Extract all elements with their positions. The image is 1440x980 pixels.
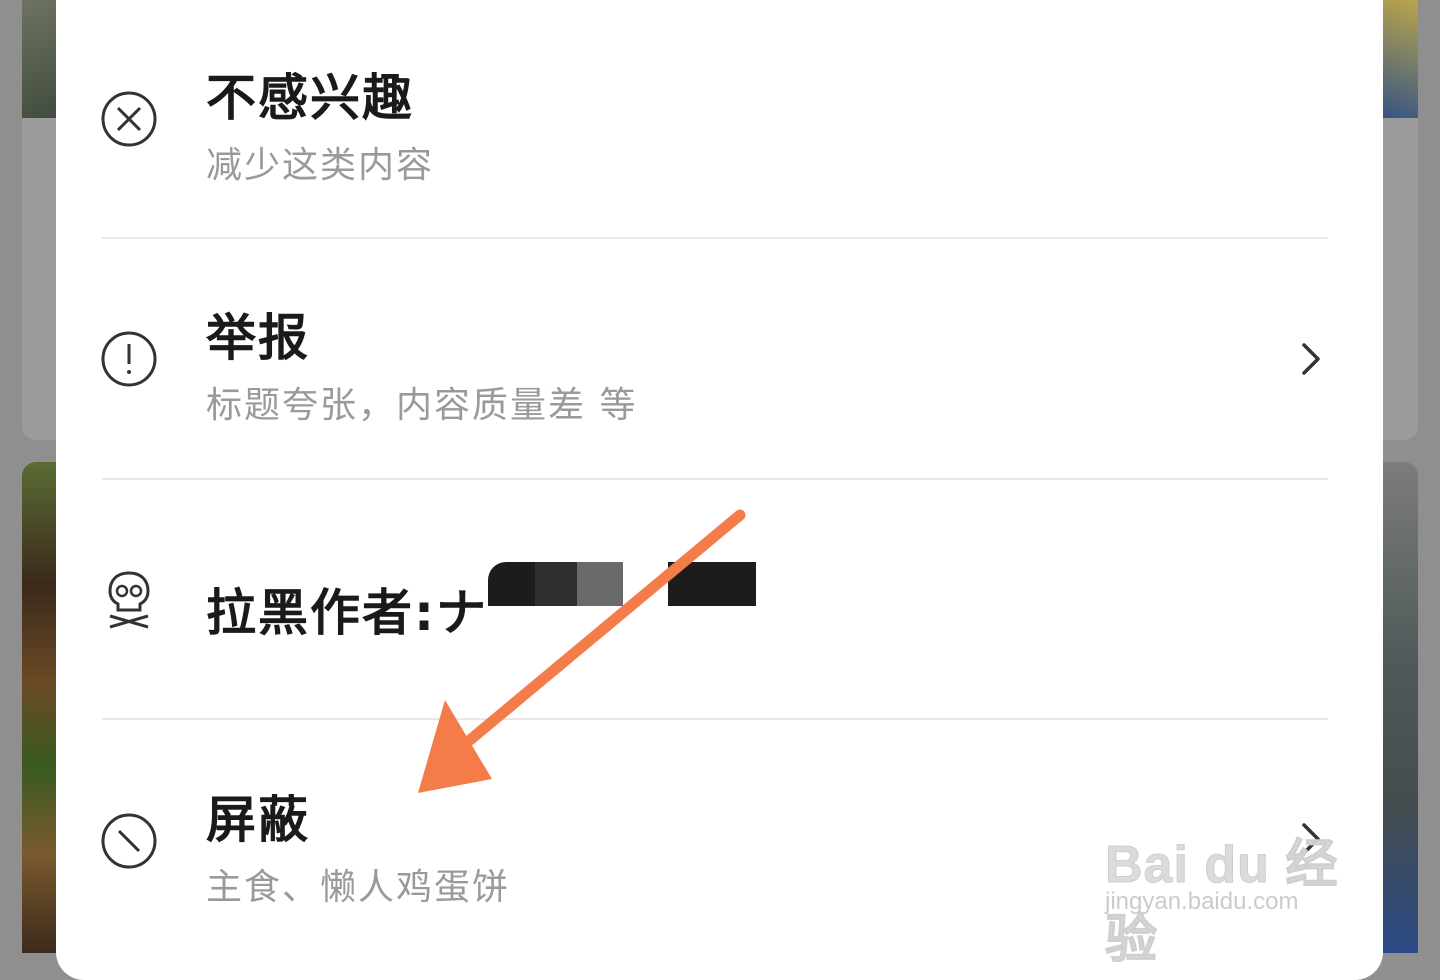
- menu-item-title: 不感兴趣: [206, 69, 414, 127]
- exclamation-circle-icon: [100, 330, 158, 388]
- menu-item-report[interactable]: 举报 标题夸张，内容质量差 等: [56, 240, 1383, 480]
- menu-item-title: 举报: [206, 309, 310, 367]
- menu-item-title: 屏蔽: [206, 791, 310, 849]
- redacted-author-name: [668, 562, 756, 606]
- divider: [102, 237, 1328, 239]
- redacted-author-name: [488, 562, 623, 606]
- menu-item-subtitle: 主食、懒人鸡蛋饼: [206, 867, 511, 908]
- menu-item-block-author[interactable]: 拉黑作者:ナ: [56, 480, 1383, 720]
- skull-icon: [100, 570, 158, 629]
- menu-item-not-interested[interactable]: 不感兴趣 减少这类内容: [56, 0, 1383, 240]
- close-circle-icon: [100, 90, 158, 148]
- watermark-url: jingyan.baidu.com: [1105, 888, 1299, 915]
- menu-item-title: 拉黑作者:ナ: [206, 584, 488, 642]
- block-circle-icon: [100, 812, 158, 870]
- menu-item-subtitle: 标题夸张，内容质量差 等: [206, 385, 638, 426]
- menu-item-subtitle: 减少这类内容: [206, 145, 435, 186]
- chevron-right-icon: [1296, 339, 1326, 379]
- baidu-watermark: Bai du 经验 jingyan.baidu.com: [1105, 800, 1365, 970]
